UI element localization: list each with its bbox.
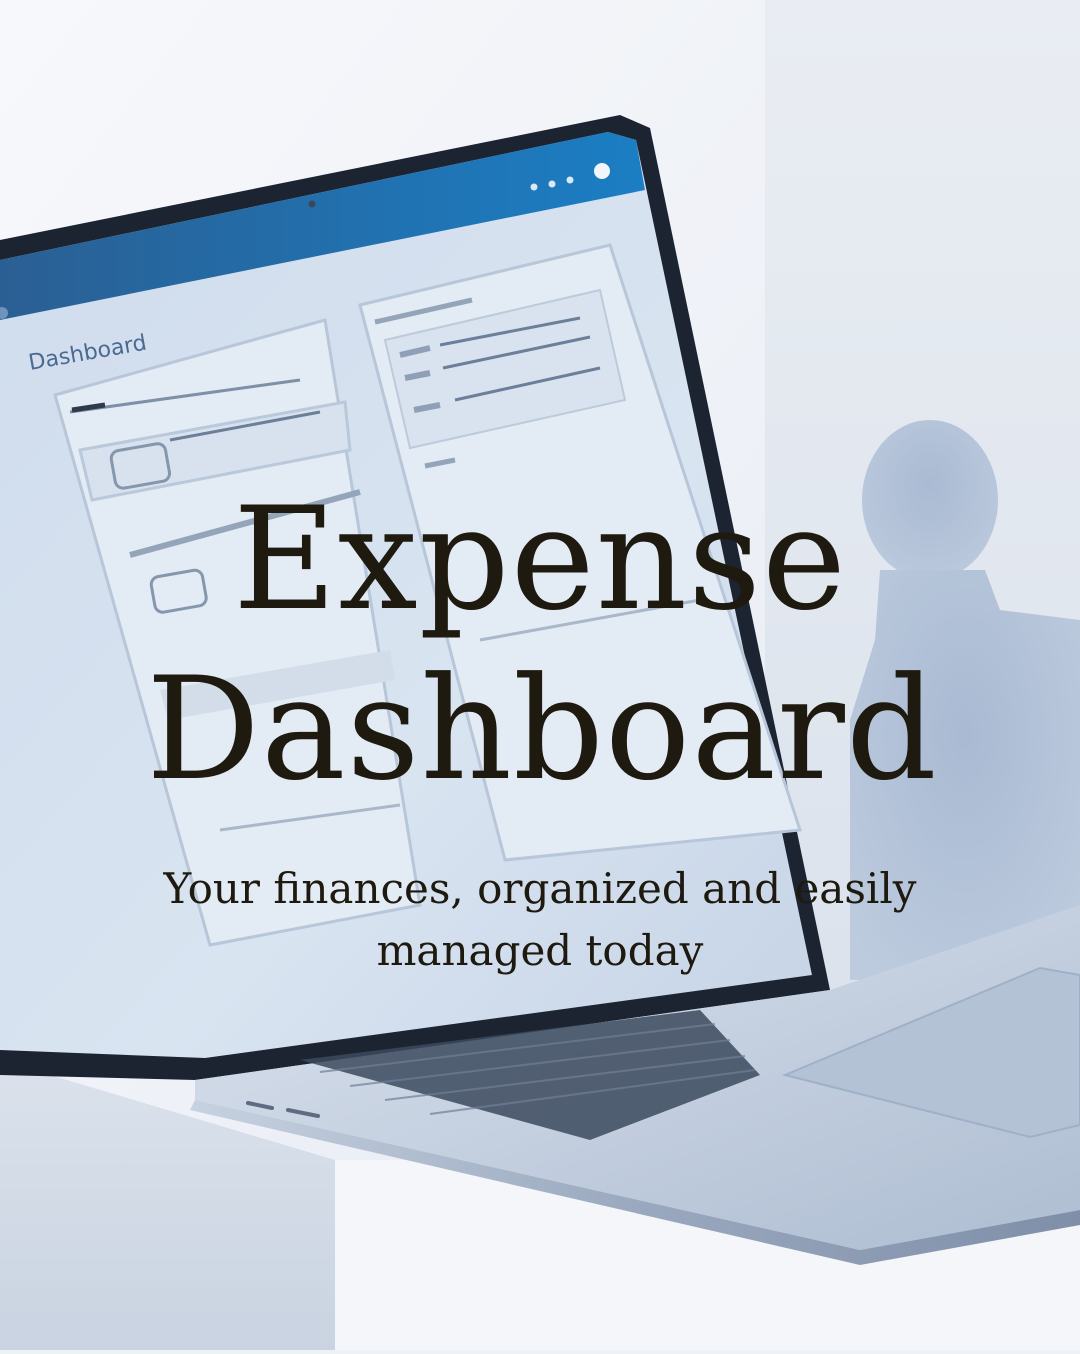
subtitle-line-1: Your finances, organized and easily (163, 864, 917, 913)
headline-line-2: Dashboard (146, 647, 938, 812)
headline-line-1: Expense (232, 477, 848, 642)
subtitle-line-2: managed today (376, 926, 704, 975)
